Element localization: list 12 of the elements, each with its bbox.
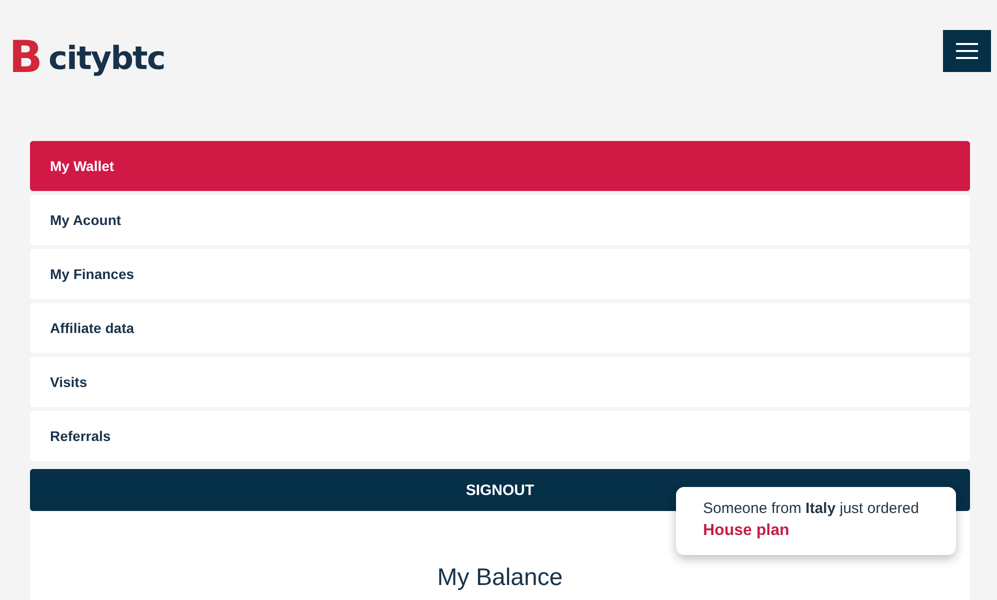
menu-item[interactable]: Referrals [30,411,970,461]
menu-item[interactable]: Visits [30,357,970,407]
menu-item[interactable]: My Wallet [30,141,970,191]
menu-item[interactable]: Affiliate data [30,303,970,353]
balance-title: My Balance [437,564,563,593]
logo-symbol: B [9,36,43,80]
product-link[interactable]: House plan [703,522,956,540]
menu-icon [956,43,978,59]
menu-item[interactable]: My Acount [30,195,970,245]
menu-button[interactable] [943,30,991,72]
menu-item[interactable]: My Finances [30,249,970,299]
logo-text: citybtc [48,39,165,77]
